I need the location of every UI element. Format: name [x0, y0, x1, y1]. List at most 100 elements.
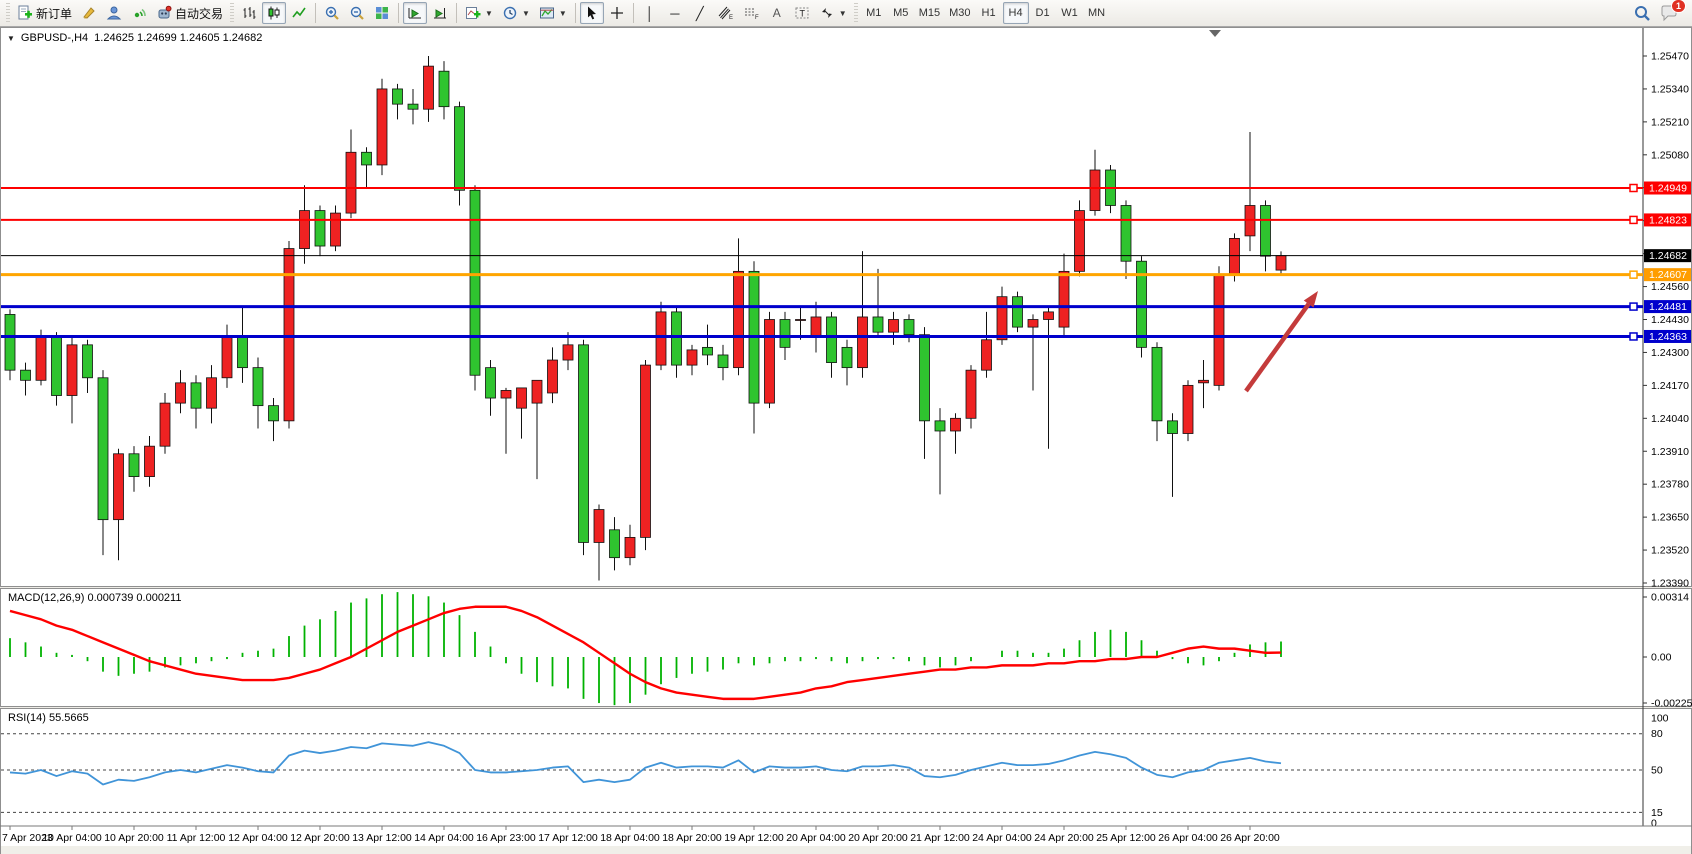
cursor-button[interactable]	[580, 2, 604, 24]
period-button-MN[interactable]: MN	[1084, 2, 1110, 24]
crosshair-button[interactable]	[605, 2, 629, 24]
tile-windows-button[interactable]	[370, 2, 394, 24]
profile-button[interactable]	[102, 2, 126, 24]
candle-body	[408, 104, 418, 109]
autotrade-button[interactable]: 自动交易	[152, 2, 227, 24]
time-label: 10 Apr 04:00	[42, 832, 102, 844]
candle-body	[610, 530, 620, 558]
toolbar-separator	[633, 3, 634, 23]
svg-text:1.25340: 1.25340	[1651, 83, 1689, 95]
candle-body	[1183, 385, 1193, 433]
candle-body	[920, 335, 930, 421]
new-order-button[interactable]: 新订单	[13, 2, 76, 24]
search-button[interactable]	[1629, 2, 1655, 24]
macd-axis-label: -0.002258	[1651, 698, 1692, 710]
chevron-down-icon: ▼	[559, 9, 567, 18]
candle-body	[222, 337, 232, 378]
hline-handle	[1630, 333, 1637, 340]
candle-body	[114, 454, 124, 520]
candle-body	[1121, 205, 1131, 261]
period-button-W1[interactable]: W1	[1057, 2, 1083, 24]
candle-body	[1214, 274, 1224, 385]
horizontal-line-button[interactable]: ─	[663, 2, 687, 24]
time-label: 19 Apr 12:00	[724, 832, 784, 844]
svg-text:1.24560: 1.24560	[1651, 281, 1689, 293]
candle-body	[904, 320, 914, 335]
styler-button[interactable]	[77, 2, 101, 24]
time-label: 12 Apr 04:00	[228, 832, 288, 844]
svg-text:1.24481: 1.24481	[1649, 301, 1687, 313]
time-label: 20 Apr 20:00	[848, 832, 908, 844]
macd-axis-label: 0.00	[1651, 652, 1672, 664]
fibonacci-button[interactable]: F	[739, 2, 764, 24]
toolbar-grip[interactable]	[6, 3, 10, 23]
period-button-M1[interactable]: M1	[861, 2, 887, 24]
zoom-out-icon	[349, 5, 365, 21]
time-label: 24 Apr 20:00	[1034, 832, 1094, 844]
time-label: 21 Apr 12:00	[910, 832, 970, 844]
line-chart-button[interactable]	[287, 2, 311, 24]
indicators-button[interactable]: ▼	[461, 2, 497, 24]
candle-body	[594, 510, 604, 543]
candle-body	[83, 345, 93, 378]
trendline-button[interactable]: ╱	[688, 2, 712, 24]
period-button-M5[interactable]: M5	[888, 2, 914, 24]
chart-shift-button[interactable]	[428, 2, 452, 24]
candle-body	[253, 368, 263, 406]
candlestick-chart-button[interactable]	[262, 2, 286, 24]
chart-canvas[interactable]: 1.254701.253401.252101.250801.249501.248…	[0, 27, 1692, 854]
candle-body	[145, 446, 155, 476]
time-label: 26 Apr 04:00	[1158, 832, 1218, 844]
candle-body	[734, 271, 744, 367]
candle-body	[1028, 320, 1038, 328]
new-order-icon	[17, 5, 33, 21]
rsi-level-label: 80	[1651, 728, 1663, 740]
toolbar-separator	[398, 3, 399, 23]
candle-body	[439, 71, 449, 106]
period-button-H4[interactable]: H4	[1003, 2, 1029, 24]
zoom-in-button[interactable]	[320, 2, 344, 24]
time-label: 25 Apr 12:00	[1096, 832, 1156, 844]
zoom-out-button[interactable]	[345, 2, 369, 24]
equidistant-channel-button[interactable]: E	[713, 2, 738, 24]
toolbar-grip[interactable]	[230, 3, 234, 23]
signal-button[interactable]	[127, 2, 151, 24]
candle-body	[269, 406, 279, 421]
toolbar-grip[interactable]	[854, 3, 858, 23]
period-button-D1[interactable]: D1	[1030, 2, 1056, 24]
period-button-M15[interactable]: M15	[915, 2, 944, 24]
signal-icon	[131, 5, 147, 21]
symbol-period-label: GBPUSD-,H4	[21, 32, 88, 44]
period-button-M30[interactable]: M30	[945, 2, 974, 24]
vertical-line-button[interactable]: │	[638, 2, 662, 24]
candle-body	[842, 347, 852, 367]
auto-scroll-button[interactable]	[403, 2, 427, 24]
ohlc-values: 1.24625 1.24699 1.24605 1.24682	[94, 32, 262, 44]
profile-icon	[106, 5, 122, 21]
templates-icon	[539, 5, 555, 21]
symbol-title[interactable]: ▼ GBPUSD-,H4 1.24625 1.24699 1.24605 1.2…	[7, 32, 262, 44]
svg-text:1.24949: 1.24949	[1649, 183, 1687, 195]
trendline-icon: ╱	[696, 7, 704, 20]
svg-text:E: E	[729, 15, 733, 21]
chart-shift-icon	[432, 5, 448, 21]
candle-body	[889, 320, 899, 333]
candle-body	[67, 345, 77, 396]
candle-body	[548, 360, 558, 393]
text-button[interactable]: A	[765, 2, 789, 24]
bars-chart-button[interactable]	[237, 2, 261, 24]
candle-body	[1168, 421, 1178, 434]
candle-body	[873, 317, 883, 332]
time-label: 17 Apr 12:00	[538, 832, 598, 844]
period-button-H1[interactable]: H1	[976, 2, 1002, 24]
text-label-button[interactable]: T	[790, 2, 814, 24]
chart-menu-arrow-icon[interactable]: ▼	[7, 34, 15, 43]
notifications-button[interactable]: 1	[1656, 2, 1682, 24]
candle-body	[641, 365, 651, 537]
arrows-button[interactable]: ▼	[815, 2, 851, 24]
candle-body	[997, 297, 1007, 340]
indicators-icon	[465, 5, 481, 21]
periods-button[interactable]: ▼	[498, 2, 534, 24]
templates-button[interactable]: ▼	[535, 2, 571, 24]
rsi-bound-label: 100	[1651, 713, 1669, 725]
